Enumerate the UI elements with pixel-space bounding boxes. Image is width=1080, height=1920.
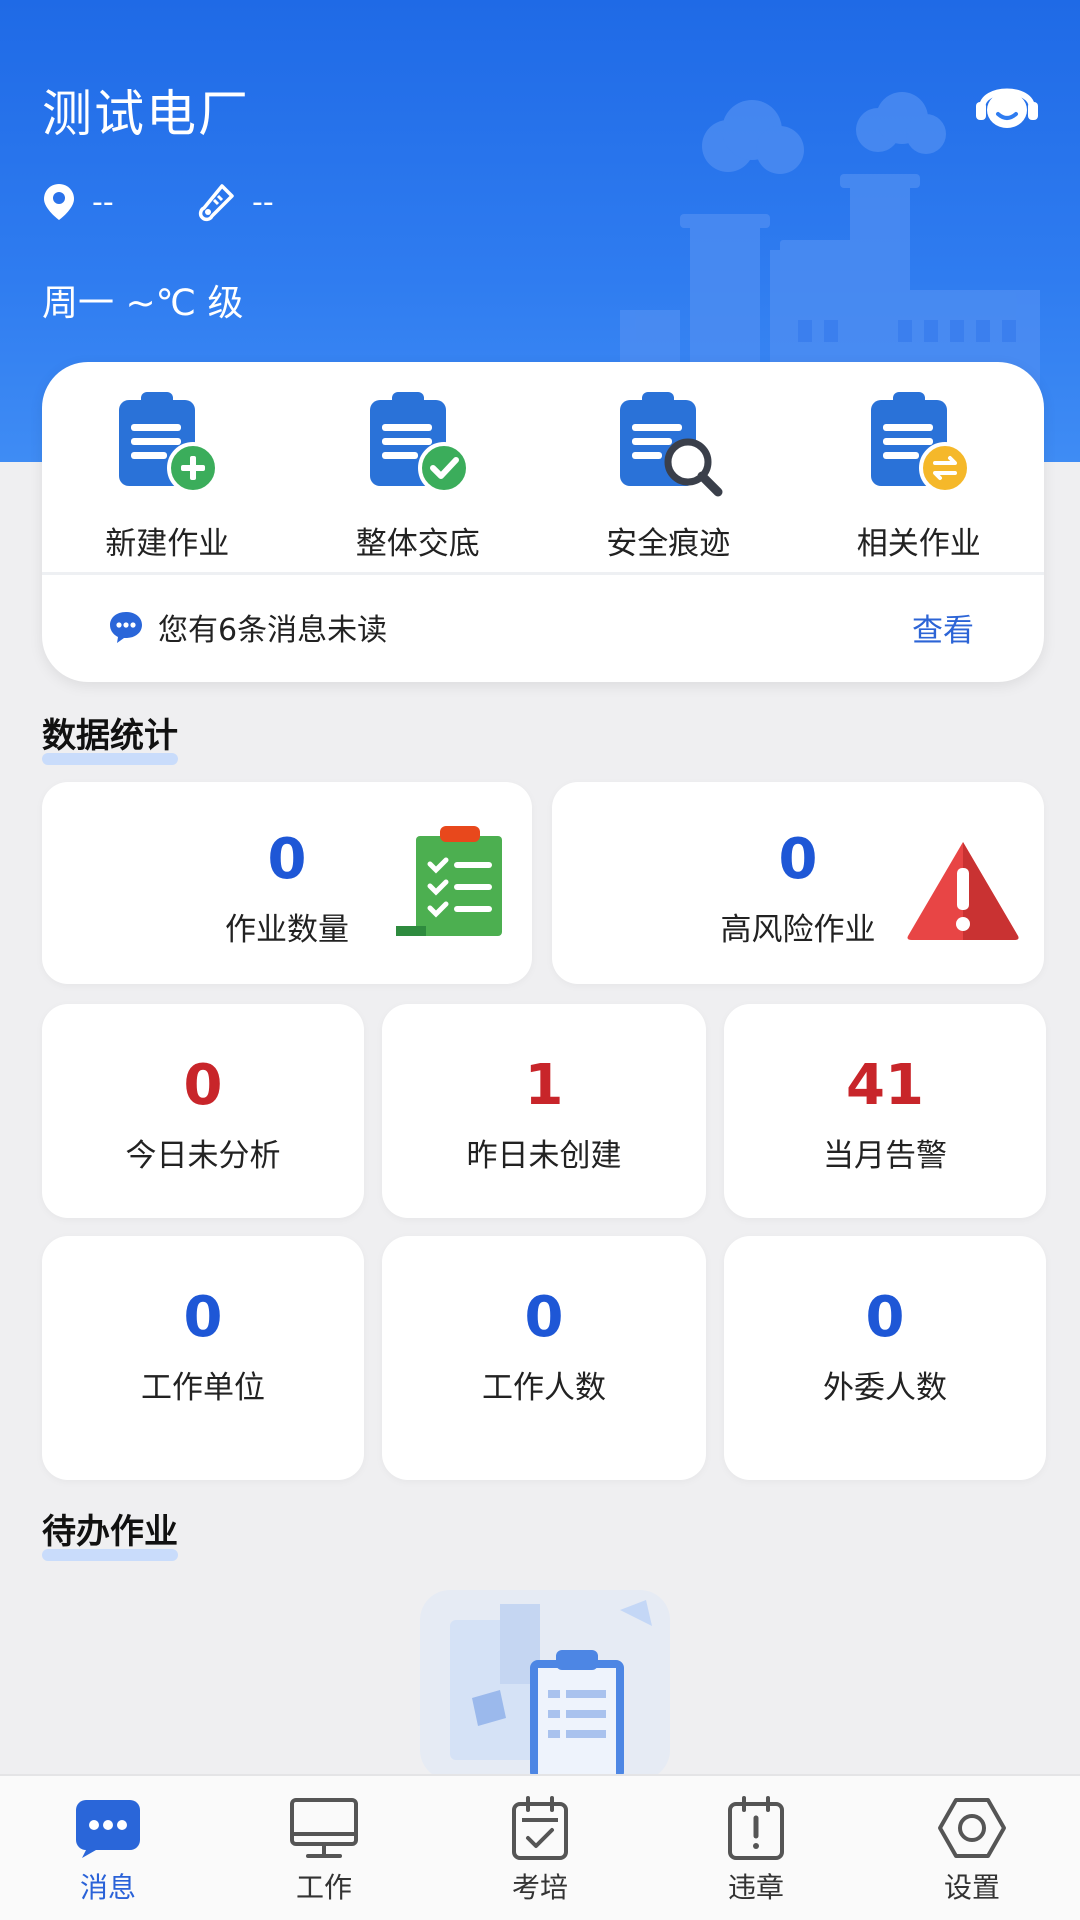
stat-value: 0 bbox=[524, 1285, 564, 1350]
stat-value: 41 bbox=[846, 1053, 924, 1118]
related-tasks-button[interactable]: 相关作业 bbox=[794, 362, 1045, 572]
action-label: 新建作业 bbox=[105, 526, 230, 562]
action-label: 相关作业 bbox=[856, 526, 981, 562]
stat-label: 工作单位 bbox=[141, 1370, 265, 1406]
safety-trace-button[interactable]: 安全痕迹 bbox=[543, 362, 794, 572]
stat-card-work-units[interactable]: 0 工作单位 bbox=[42, 1236, 364, 1480]
weather-summary: 周一 ~℃ 级 bbox=[42, 283, 244, 324]
nav-item-work[interactable]: 工作 bbox=[216, 1776, 432, 1920]
stat-card-outsourced-count[interactable]: 0 外委人数 bbox=[724, 1236, 1046, 1480]
settings-hex-icon bbox=[938, 1798, 1006, 1858]
unread-message-text: 您有6条消息未读 bbox=[158, 613, 388, 648]
stat-label: 作业数量 bbox=[225, 912, 349, 948]
clipboard-add-icon bbox=[119, 392, 220, 494]
nav-label: 消息 bbox=[79, 1871, 136, 1904]
unread-message-bar[interactable]: 您有6条消息未读 查看 bbox=[42, 575, 1044, 679]
stat-value: 1 bbox=[524, 1053, 564, 1118]
monitor-icon bbox=[290, 1798, 358, 1858]
nav-item-settings[interactable]: 设置 bbox=[864, 1776, 1080, 1920]
nav-label: 设置 bbox=[943, 1871, 1000, 1904]
clipboard-exchange-icon bbox=[870, 392, 971, 494]
warning-triangle-icon bbox=[907, 842, 1019, 940]
quick-actions: 新建作业 整体交底 安全痕迹 相关作业 bbox=[42, 362, 1044, 572]
thermometer-icon bbox=[198, 184, 234, 222]
checklist-icon bbox=[396, 826, 502, 936]
clipboard-check-icon bbox=[369, 392, 470, 494]
location-value: -- bbox=[92, 184, 114, 220]
stat-card-worker-count[interactable]: 0 工作人数 bbox=[382, 1236, 706, 1480]
quick-action-card: 新建作业 整体交底 安全痕迹 相关作业 您有6条消息未读 查看 bbox=[42, 362, 1044, 682]
stat-value: 0 bbox=[267, 827, 307, 892]
plant-title: 测试电厂 bbox=[42, 85, 250, 143]
nav-label: 考培 bbox=[511, 1871, 568, 1904]
stat-card-monthly-alerts[interactable]: 41 当月告警 bbox=[724, 1004, 1046, 1218]
stat-card-today-unanalyzed[interactable]: 0 今日未分析 bbox=[42, 1004, 364, 1218]
stat-card-high-risk[interactable]: 0 高风险作业 bbox=[552, 782, 1044, 984]
stat-card-task-count[interactable]: 0 作业数量 bbox=[42, 782, 532, 984]
temperature-info: -- bbox=[196, 182, 274, 222]
nav-item-training[interactable]: 考培 bbox=[432, 1776, 648, 1920]
stat-value: 0 bbox=[183, 1053, 223, 1118]
action-label: 整体交底 bbox=[355, 526, 480, 562]
stat-label: 外委人数 bbox=[823, 1370, 947, 1406]
new-task-button[interactable]: 新建作业 bbox=[42, 362, 293, 572]
nav-item-violations[interactable]: 违章 bbox=[648, 1776, 864, 1920]
location-pin-icon bbox=[44, 184, 74, 220]
nav-label: 违章 bbox=[727, 1871, 784, 1904]
stats-section-title: 数据统计 bbox=[42, 708, 178, 765]
stat-label: 高风险作业 bbox=[720, 912, 876, 948]
customer-service-icon[interactable] bbox=[972, 72, 1042, 138]
overall-briefing-button[interactable]: 整体交底 bbox=[293, 362, 544, 572]
todo-section-title: 待办作业 bbox=[42, 1504, 178, 1561]
section-title-text: 数据统计 bbox=[42, 716, 178, 756]
stat-label: 工作人数 bbox=[482, 1370, 606, 1406]
temperature-value: -- bbox=[252, 184, 274, 220]
view-messages-link[interactable]: 查看 bbox=[912, 605, 974, 650]
stat-label: 昨日未创建 bbox=[466, 1138, 622, 1174]
calendar-check-icon bbox=[512, 1796, 568, 1860]
stat-value: 0 bbox=[778, 827, 818, 892]
stat-card-yesterday-uncreated[interactable]: 1 昨日未创建 bbox=[382, 1004, 706, 1218]
bottom-navigation: 消息 工作 考培 违章 设置 bbox=[0, 1774, 1080, 1920]
nav-label: 工作 bbox=[295, 1871, 352, 1904]
clipboard-search-icon bbox=[620, 392, 723, 497]
location-info: -- bbox=[42, 182, 114, 222]
stat-label: 当月告警 bbox=[823, 1138, 947, 1174]
nav-item-messages[interactable]: 消息 bbox=[0, 1776, 216, 1920]
empty-state-illustration bbox=[420, 1590, 670, 1780]
action-label: 安全痕迹 bbox=[606, 526, 731, 562]
message-icon bbox=[76, 1800, 140, 1858]
stat-value: 0 bbox=[865, 1285, 905, 1350]
calendar-alert-icon bbox=[728, 1796, 784, 1860]
chat-bubble-icon bbox=[110, 612, 142, 643]
section-title-text: 待办作业 bbox=[42, 1512, 178, 1552]
stat-label: 今日未分析 bbox=[125, 1138, 281, 1174]
stat-value: 0 bbox=[183, 1285, 223, 1350]
